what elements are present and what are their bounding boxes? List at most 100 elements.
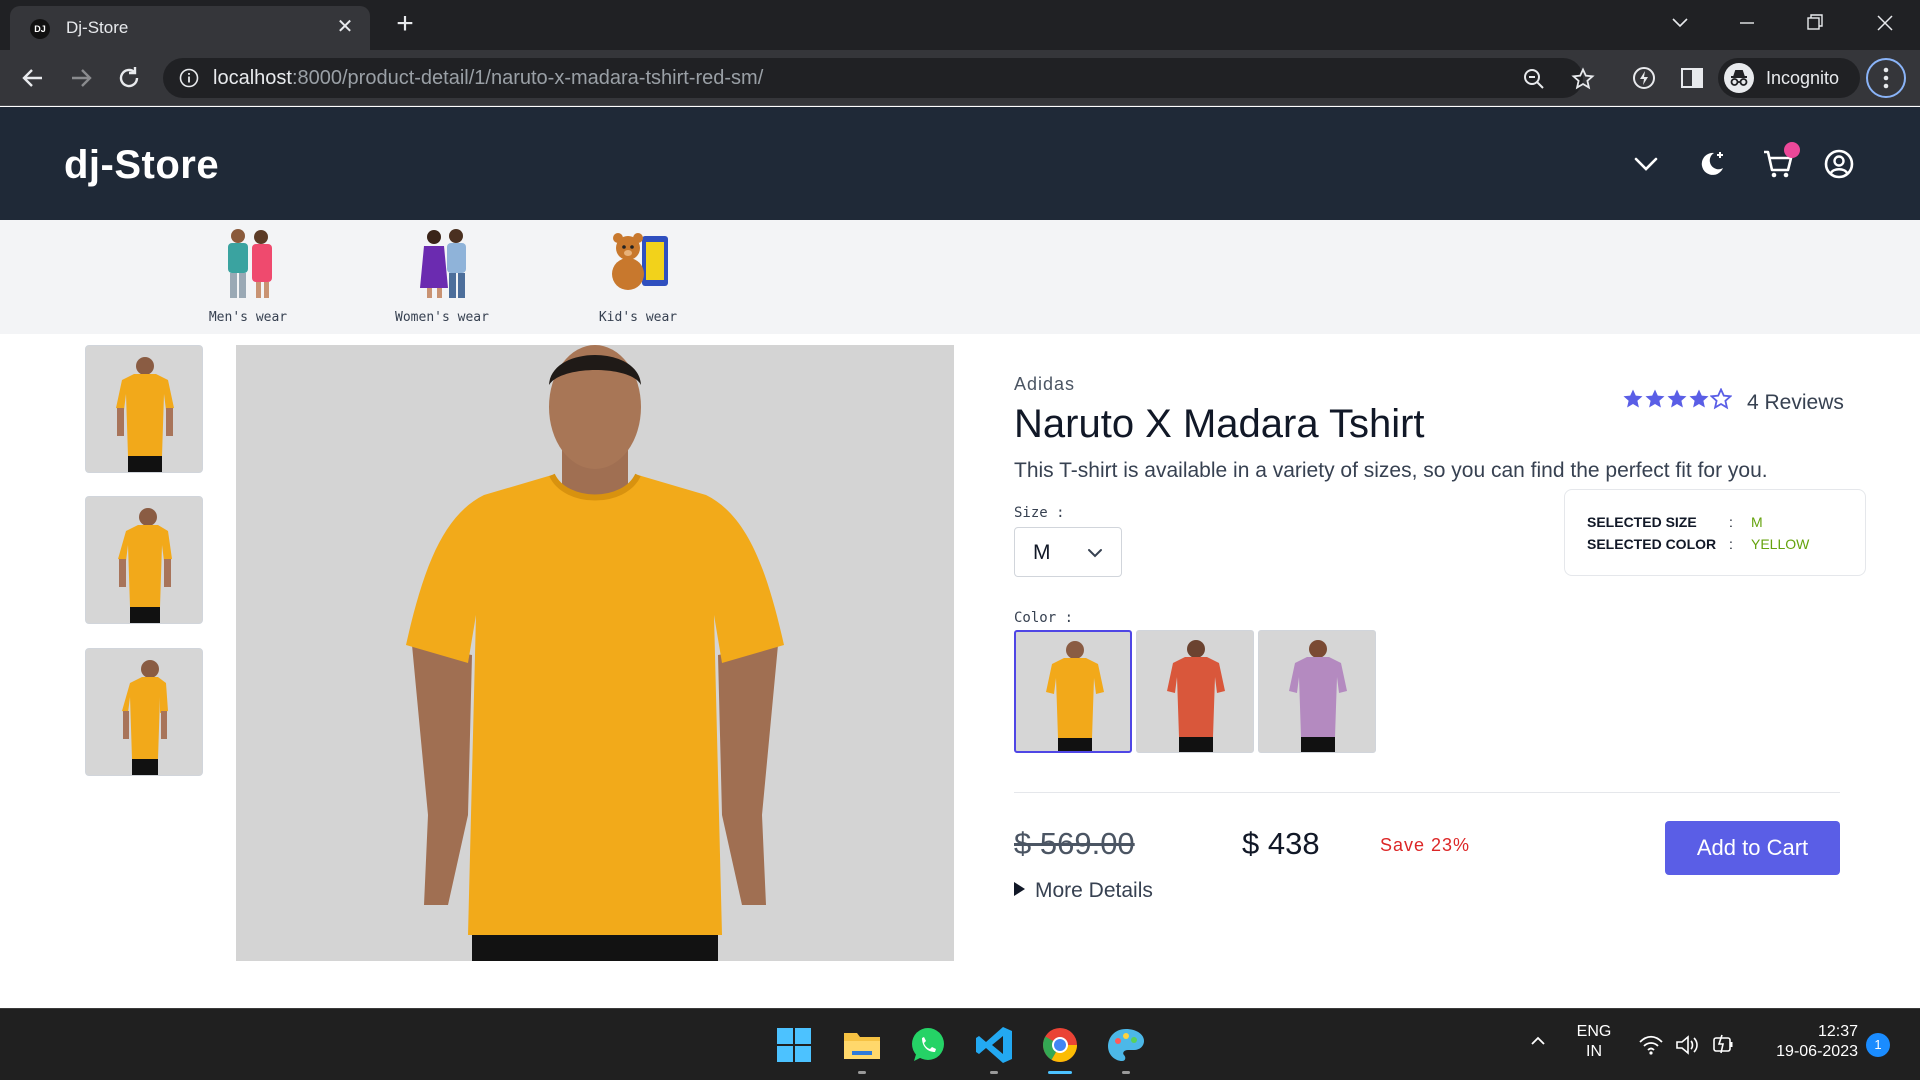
category-label: Men's wear <box>208 310 288 325</box>
minimize-icon[interactable] <box>1722 8 1772 38</box>
product-brand: Adidas <box>1014 374 1076 394</box>
language-indicator[interactable]: ENG IN <box>1574 1023 1614 1061</box>
new-tab-button[interactable]: + <box>390 9 420 40</box>
close-window-icon[interactable] <box>1860 8 1910 38</box>
site-info-icon[interactable] <box>179 68 199 93</box>
selected-size-value: M <box>1751 514 1763 530</box>
tab-title: Dj-Store <box>66 18 129 37</box>
size-label: Size : <box>1014 505 1065 521</box>
category-womens-wear[interactable]: Women's wear <box>382 224 502 328</box>
performance-icon[interactable] <box>1631 65 1657 91</box>
profile-label: Incognito <box>1766 68 1840 88</box>
user-account-icon[interactable] <box>1822 147 1856 181</box>
product-title: Naruto X Madara Tshirt <box>1014 402 1425 446</box>
category-label: Kid's wear <box>598 310 678 325</box>
paint-icon[interactable] <box>1104 1023 1148 1067</box>
category-label: Women's wear <box>395 310 489 325</box>
show-hidden-icons-chevron-icon[interactable] <box>1528 1031 1548 1051</box>
current-price: $ 438 <box>1242 826 1320 861</box>
active-app-indicator <box>1048 1071 1072 1074</box>
file-explorer-icon[interactable] <box>840 1023 884 1067</box>
language-region: IN <box>1586 1043 1602 1060</box>
star-filled-icon <box>1644 388 1666 410</box>
mens-wear-image <box>216 226 282 300</box>
incognito-icon <box>1724 63 1754 93</box>
product-main-image <box>236 345 954 961</box>
category-mens-wear[interactable]: Men's wear <box>188 224 308 328</box>
tab-close-icon[interactable]: ✕ <box>334 16 356 38</box>
bookmark-star-icon[interactable] <box>1571 67 1595 91</box>
clock-date: 19-06-2023 <box>1776 1043 1858 1060</box>
chrome-icon[interactable] <box>1038 1023 1082 1067</box>
incognito-profile-button[interactable]: Incognito <box>1718 58 1860 98</box>
star-filled-icon <box>1688 388 1710 410</box>
star-filled-icon <box>1666 388 1688 410</box>
browser-tab-strip: DJ Dj-Store ✕ + <box>0 0 1920 50</box>
womens-wear-image <box>410 226 476 300</box>
color-swatch-purple[interactable] <box>1258 630 1376 753</box>
os-taskbar: ENG IN 12:37 19-06-2023 <box>0 1008 1920 1080</box>
chevron-down-icon <box>1085 543 1105 568</box>
side-panel-icon[interactable] <box>1679 65 1705 91</box>
product-thumbnail-1[interactable] <box>85 345 203 473</box>
reviews-link[interactable]: 4 Reviews <box>1747 391 1844 415</box>
zoom-icon[interactable] <box>1522 67 1546 91</box>
vscode-icon[interactable] <box>972 1023 1016 1067</box>
windows-start-icon[interactable] <box>772 1023 816 1067</box>
color-label: Color : <box>1014 610 1074 626</box>
site-logo[interactable]: dj-Store <box>64 143 219 188</box>
battery-icon[interactable] <box>1710 1031 1736 1057</box>
more-details-toggle[interactable]: More Details <box>1014 879 1153 903</box>
notification-badge[interactable]: 1 <box>1866 1033 1890 1057</box>
url-path: :8000/product-detail/1/naruto-x-madara-t… <box>291 67 764 89</box>
selected-color-value: YELLOW <box>1751 536 1810 552</box>
kids-wear-image <box>606 226 672 300</box>
url-text: localhost:8000/product-detail/1/naruto-x… <box>213 67 763 90</box>
tab-search-chevron-icon[interactable] <box>1655 8 1705 38</box>
color-swatch-red[interactable] <box>1136 630 1254 753</box>
color-swatch-yellow[interactable] <box>1014 630 1132 753</box>
site-header: dj-Store <box>0 107 1920 220</box>
running-indicator <box>990 1071 998 1074</box>
restore-icon[interactable] <box>1790 8 1840 38</box>
back-arrow-icon[interactable] <box>18 63 48 93</box>
star-empty-icon <box>1709 387 1733 410</box>
forward-arrow-icon[interactable] <box>66 63 96 93</box>
product-thumbnail-2[interactable] <box>85 496 203 624</box>
selected-color-label: SELECTED COLOR <box>1587 536 1717 552</box>
browser-toolbar: localhost:8000/product-detail/1/naruto-x… <box>0 50 1920 106</box>
running-indicator <box>1122 1071 1130 1074</box>
size-select[interactable]: M <box>1014 527 1122 577</box>
url-host: localhost <box>213 67 292 89</box>
product-description: This T-shirt is available in a variety o… <box>1014 459 1768 482</box>
selected-color-separator: : <box>1729 536 1733 552</box>
selected-size-label: SELECTED SIZE <box>1587 514 1697 530</box>
product-thumbnail-3[interactable] <box>85 648 203 776</box>
more-details-label: More Details <box>1035 879 1153 902</box>
dark-mode-moon-icon[interactable] <box>1695 147 1729 181</box>
disclosure-triangle-icon <box>1014 882 1025 896</box>
selection-summary: SELECTED SIZE : M SELECTED COLOR : YELLO… <box>1564 489 1866 576</box>
whatsapp-icon[interactable] <box>906 1023 950 1067</box>
browser-menu-button[interactable] <box>1866 58 1906 98</box>
language-code: ENG <box>1576 1023 1612 1040</box>
divider <box>1014 792 1840 793</box>
size-select-value: M <box>1033 541 1051 564</box>
clock-time: 12:37 <box>1817 1023 1858 1040</box>
chevron-down-icon[interactable] <box>1629 147 1663 181</box>
discount-badge: Save 23% <box>1380 835 1471 855</box>
reload-icon[interactable] <box>114 63 144 93</box>
wifi-icon[interactable] <box>1638 1033 1664 1057</box>
volume-icon[interactable] <box>1674 1033 1700 1057</box>
address-bar[interactable]: localhost:8000/product-detail/1/naruto-x… <box>163 58 1595 98</box>
star-filled-icon <box>1622 388 1644 410</box>
selected-size-separator: : <box>1729 514 1733 530</box>
clock[interactable]: 12:37 19-06-2023 <box>1758 1023 1858 1061</box>
cart-badge <box>1784 142 1800 158</box>
add-to-cart-button[interactable]: Add to Cart <box>1665 821 1840 875</box>
category-bar: Men's wear Women's wear Kid's wear <box>0 220 1920 334</box>
category-kids-wear[interactable]: Kid's wear <box>578 224 698 328</box>
browser-tab[interactable]: DJ Dj-Store ✕ <box>10 6 370 50</box>
site-favicon-icon: DJ <box>30 19 50 39</box>
original-price: $ 569.00 <box>1014 826 1135 861</box>
